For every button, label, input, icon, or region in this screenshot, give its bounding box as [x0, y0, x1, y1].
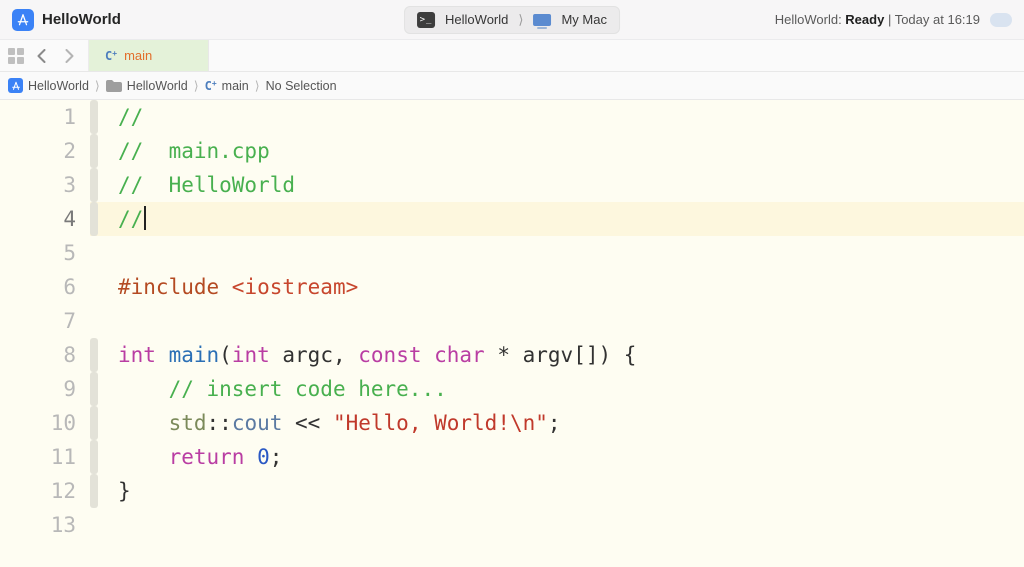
chevron-right-icon: ⟩: [95, 78, 100, 93]
tab-label: main: [124, 48, 152, 63]
code-content[interactable]: //: [100, 100, 1024, 134]
line-number: 7: [0, 304, 90, 338]
change-ribbon: [90, 440, 98, 474]
chevron-right-icon: ⟩: [194, 78, 199, 93]
jump-bar-file-label: main: [222, 79, 249, 93]
code-line[interactable]: 6 #include <iostream>: [0, 270, 1024, 304]
change-ribbon: [90, 134, 98, 168]
code-content[interactable]: // main.cpp: [100, 134, 1024, 168]
line-number: 3: [0, 168, 90, 202]
line-number: 1: [0, 100, 90, 134]
code-line[interactable]: 3 // HelloWorld: [0, 168, 1024, 202]
tab-bar-left-controls: [0, 40, 89, 71]
code-line[interactable]: 2 // main.cpp: [0, 134, 1024, 168]
line-number: 12: [0, 474, 90, 508]
code-line[interactable]: 10 std::cout << "Hello, World!\n";: [0, 406, 1024, 440]
mac-icon: [533, 14, 551, 26]
chevron-right-icon: ⟩: [518, 12, 523, 28]
change-ribbon: [90, 508, 98, 542]
code-content[interactable]: // HelloWorld: [100, 168, 1024, 202]
toolbar: HelloWorld >_ HelloWorld ⟩ My Mac HelloW…: [0, 0, 1024, 40]
line-number: 4: [0, 202, 90, 236]
nav-forward-button[interactable]: [58, 45, 80, 67]
line-number: 6: [0, 270, 90, 304]
code-content[interactable]: // insert code here...: [100, 372, 1024, 406]
line-number: 8: [0, 338, 90, 372]
status-prefix: HelloWorld:: [775, 12, 846, 27]
nav-back-button[interactable]: [30, 45, 52, 67]
line-number: 9: [0, 372, 90, 406]
line-number: 13: [0, 508, 90, 542]
code-content[interactable]: #include <iostream>: [100, 270, 1024, 304]
code-line[interactable]: 9 // insert code here...: [0, 372, 1024, 406]
change-ribbon: [90, 338, 98, 372]
cpp-file-icon: C+: [205, 79, 217, 93]
code-content[interactable]: }: [100, 474, 1024, 508]
change-ribbon: [90, 168, 98, 202]
jump-bar-project-label: HelloWorld: [28, 79, 89, 93]
jump-bar-folder[interactable]: HelloWorld: [106, 79, 188, 93]
terminal-icon: >_: [417, 12, 435, 28]
destination-name: My Mac: [561, 12, 607, 27]
change-ribbon: [90, 202, 98, 236]
project-icon: [8, 78, 23, 93]
code-content[interactable]: return 0;: [100, 440, 1024, 474]
code-line[interactable]: 7: [0, 304, 1024, 338]
code-content[interactable]: [100, 236, 1024, 270]
code-line[interactable]: 5: [0, 236, 1024, 270]
jump-bar[interactable]: HelloWorld ⟩ HelloWorld ⟩ C+ main ⟩ No S…: [0, 72, 1024, 100]
tab-main[interactable]: C+ main: [89, 40, 209, 71]
line-number: 2: [0, 134, 90, 168]
project-name: HelloWorld: [42, 11, 121, 28]
jump-bar-project[interactable]: HelloWorld: [8, 78, 89, 93]
status-sep: |: [884, 12, 894, 27]
code-line[interactable]: 12}: [0, 474, 1024, 508]
folder-icon: [106, 80, 122, 92]
code-editor[interactable]: 1 // 2 // main.cpp 3 // HelloWorld 4 // 56 #inclu…: [0, 100, 1024, 567]
line-number: 5: [0, 236, 90, 270]
code-line[interactable]: 8 int main(int argc, const char * argv[])…: [0, 338, 1024, 372]
code-content[interactable]: [100, 304, 1024, 338]
change-ribbon: [90, 474, 98, 508]
jump-bar-selection[interactable]: No Selection: [266, 79, 337, 93]
chevron-right-icon: ⟩: [255, 78, 260, 93]
cloud-icon: [990, 13, 1012, 27]
status-state: Ready: [845, 12, 884, 27]
related-items-icon[interactable]: [8, 48, 24, 64]
code-content[interactable]: [100, 508, 1024, 542]
tab-bar: C+ main: [0, 40, 1024, 72]
scheme-destination-selector[interactable]: >_ HelloWorld ⟩ My Mac: [404, 6, 620, 34]
change-ribbon: [90, 406, 98, 440]
code-line[interactable]: 1 //: [0, 100, 1024, 134]
change-ribbon: [90, 236, 98, 270]
jump-bar-file[interactable]: C+ main: [205, 79, 249, 93]
line-number: 11: [0, 440, 90, 474]
activity-status: HelloWorld: Ready | Today at 16:19: [775, 12, 1012, 27]
change-ribbon: [90, 270, 98, 304]
code-content[interactable]: int main(int argc, const char * argv[]) …: [100, 338, 1024, 372]
jump-bar-folder-label: HelloWorld: [127, 79, 188, 93]
status-time: Today at 16:19: [895, 12, 980, 27]
code-content[interactable]: std::cout << "Hello, World!\n";: [100, 406, 1024, 440]
scheme-name: HelloWorld: [445, 12, 508, 27]
code-line[interactable]: 13: [0, 508, 1024, 542]
jump-bar-selection-label: No Selection: [266, 79, 337, 93]
code-line[interactable]: 4 //: [0, 202, 1024, 236]
change-ribbon: [90, 304, 98, 338]
code-content[interactable]: //: [100, 202, 1024, 236]
line-number: 10: [0, 406, 90, 440]
change-ribbon: [90, 100, 98, 134]
cpp-file-icon: C+: [105, 49, 117, 63]
change-ribbon: [90, 372, 98, 406]
code-line[interactable]: 11 return 0;: [0, 440, 1024, 474]
app-store-icon: [12, 9, 34, 31]
text-cursor: [144, 206, 146, 230]
